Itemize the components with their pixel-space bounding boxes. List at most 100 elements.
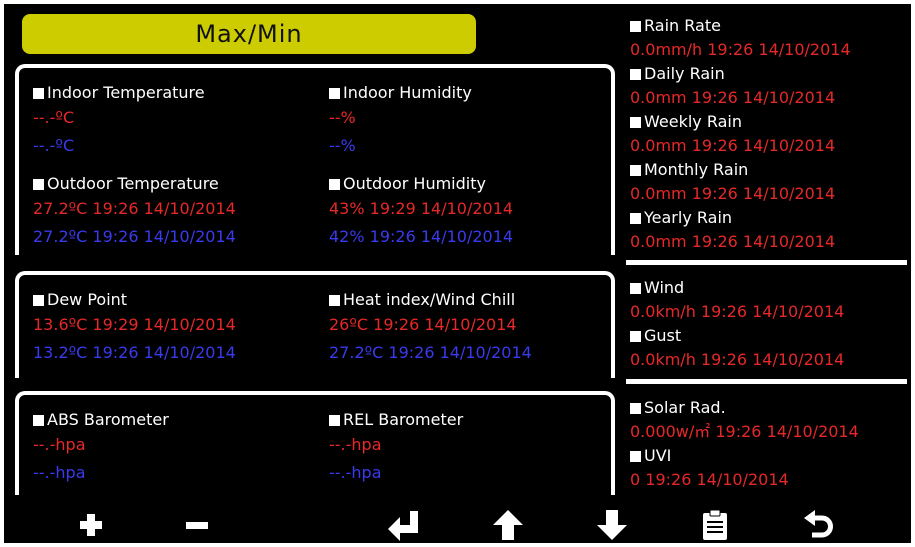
dew-point-item[interactable]: Dew Point 13.6ºC 19:29 14/10/2014 13.2ºC… (33, 289, 323, 367)
solar-rad-label: Solar Rad. (644, 398, 726, 417)
up-button[interactable] (483, 507, 533, 543)
gust-max: 0.0km/h 19:26 14/10/2014 (630, 350, 845, 369)
wind-group: Wind 0.0km/h 19:26 14/10/2014 Gust 0.0km… (630, 278, 910, 374)
rain-rate-label: Rain Rate (644, 16, 721, 35)
checkbox-icon[interactable] (630, 402, 641, 414)
arrow-down-icon (597, 510, 627, 540)
daily-rain-max: 0.0mm 19:26 14/10/2014 (630, 88, 836, 107)
weekly-rain-max: 0.0mm 19:26 14/10/2014 (630, 136, 836, 155)
abs-barometer-label: ABS Barometer (47, 410, 169, 429)
enter-button[interactable] (379, 507, 429, 543)
gust-label-row: Gust (630, 326, 910, 346)
indoor-temperature-max: --.-ºC (33, 108, 75, 127)
checkbox-icon[interactable] (329, 87, 340, 99)
indoor-humidity-min: --% (329, 136, 356, 155)
outdoor-temperature-item[interactable]: Outdoor Temperature 27.2ºC 19:26 14/10/2… (33, 173, 323, 251)
enter-arrow-icon (388, 511, 418, 541)
rel-barometer-item[interactable]: REL Barometer --.-hpa --.-hpa (329, 409, 619, 487)
arrow-up-icon (493, 510, 523, 540)
checkbox-icon[interactable] (630, 116, 641, 128)
page-title-text: Max/Min (195, 20, 303, 48)
indoor-humidity-item[interactable]: Indoor Humidity --% --% (329, 82, 619, 160)
plus-button[interactable] (66, 507, 116, 543)
checkbox-icon[interactable] (329, 294, 340, 306)
checkbox-icon[interactable] (630, 164, 641, 176)
uvi-label-row: UVI (630, 446, 910, 466)
checkbox-icon[interactable] (630, 68, 641, 80)
rain-rate-label-row: Rain Rate (630, 16, 910, 36)
minus-button[interactable] (172, 507, 222, 543)
clipboard-icon (703, 510, 727, 540)
rel-barometer-min: --.-hpa (329, 463, 382, 482)
rel-barometer-max: --.-hpa (329, 435, 382, 454)
checkbox-icon[interactable] (33, 87, 44, 99)
outdoor-humidity-item[interactable]: Outdoor Humidity 43% 19:29 14/10/2014 42… (329, 173, 619, 251)
yearly-rain-item[interactable]: Yearly Rain 0.0mm 19:26 14/10/2014 (630, 208, 910, 256)
indoor-humidity-max: --% (329, 108, 356, 127)
heat-index-item[interactable]: Heat index/Wind Chill 26ºC 19:26 14/10/2… (329, 289, 619, 367)
indoor-temperature-label: Indoor Temperature (47, 83, 205, 102)
heat-index-min: 27.2ºC 19:26 14/10/2014 (329, 343, 532, 362)
heat-index-label-row: Heat index/Wind Chill (329, 289, 619, 311)
solar-group: Solar Rad. 0.000w/㎡ 19:26 14/10/2014 UVI… (630, 398, 910, 494)
outdoor-temperature-max: 27.2ºC 19:26 14/10/2014 (33, 199, 236, 218)
checkbox-icon[interactable] (33, 414, 44, 426)
solar-rad-max: 0.000w/㎡ 19:26 14/10/2014 (630, 422, 859, 441)
monthly-rain-item[interactable]: Monthly Rain 0.0mm 19:26 14/10/2014 (630, 160, 910, 208)
monthly-rain-label: Monthly Rain (644, 160, 749, 179)
barometer-panel: ABS Barometer --.-hpa --.-hpa REL Barome… (15, 391, 615, 495)
solar-rad-item[interactable]: Solar Rad. 0.000w/㎡ 19:26 14/10/2014 (630, 398, 910, 446)
max-min-screen: Max/Min Indoor Temperature --.-ºC --.-ºC… (4, 4, 911, 543)
monthly-rain-label-row: Monthly Rain (630, 160, 910, 180)
daily-rain-item[interactable]: Daily Rain 0.0mm 19:26 14/10/2014 (630, 64, 910, 112)
checkbox-icon[interactable] (329, 414, 340, 426)
monthly-rain-max: 0.0mm 19:26 14/10/2014 (630, 184, 836, 203)
checkbox-icon[interactable] (329, 178, 340, 190)
wind-label: Wind (644, 278, 685, 297)
abs-barometer-max: --.-hpa (33, 435, 86, 454)
indoor-temperature-min: --.-ºC (33, 136, 75, 155)
bottom-toolbar (4, 507, 911, 543)
checkbox-icon[interactable] (630, 330, 641, 342)
gust-item[interactable]: Gust 0.0km/h 19:26 14/10/2014 (630, 326, 910, 374)
checkbox-icon[interactable] (33, 294, 44, 306)
outdoor-temperature-label: Outdoor Temperature (47, 174, 219, 193)
wind-label-row: Wind (630, 278, 910, 298)
checkbox-icon[interactable] (630, 212, 641, 224)
rel-barometer-label: REL Barometer (343, 410, 464, 429)
dew-point-label-row: Dew Point (33, 289, 323, 311)
indoor-humidity-label-row: Indoor Humidity (329, 82, 619, 104)
rel-barometer-label-row: REL Barometer (329, 409, 619, 431)
abs-barometer-label-row: ABS Barometer (33, 409, 323, 431)
yearly-rain-label: Yearly Rain (644, 208, 733, 227)
down-button[interactable] (587, 507, 637, 543)
outdoor-humidity-label: Outdoor Humidity (343, 174, 486, 193)
rain-rate-item[interactable]: Rain Rate 0.0mm/h 19:26 14/10/2014 (630, 16, 910, 64)
wind-max: 0.0km/h 19:26 14/10/2014 (630, 302, 845, 321)
abs-barometer-min: --.-hpa (33, 463, 86, 482)
checkbox-icon[interactable] (630, 282, 641, 294)
rain-rate-max: 0.0mm/h 19:26 14/10/2014 (630, 40, 851, 59)
outdoor-temperature-label-row: Outdoor Temperature (33, 173, 323, 195)
checkbox-icon[interactable] (630, 450, 641, 462)
checkbox-icon[interactable] (33, 178, 44, 190)
wind-item[interactable]: Wind 0.0km/h 19:26 14/10/2014 (630, 278, 910, 326)
plus-icon (80, 514, 102, 536)
solar-rad-label-row: Solar Rad. (630, 398, 910, 418)
rain-group: Rain Rate 0.0mm/h 19:26 14/10/2014 Daily… (630, 16, 910, 256)
checkbox-icon[interactable] (630, 20, 641, 32)
dew-point-max: 13.6ºC 19:29 14/10/2014 (33, 315, 236, 334)
weekly-rain-item[interactable]: Weekly Rain 0.0mm 19:26 14/10/2014 (630, 112, 910, 160)
clipboard-button[interactable] (690, 507, 740, 543)
outdoor-temperature-min: 27.2ºC 19:26 14/10/2014 (33, 227, 236, 246)
weekly-rain-label-row: Weekly Rain (630, 112, 910, 132)
indoor-temperature-item[interactable]: Indoor Temperature --.-ºC --.-ºC (33, 82, 323, 160)
temperature-humidity-panel: Indoor Temperature --.-ºC --.-ºC Indoor … (15, 64, 615, 255)
uvi-item[interactable]: UVI 0 19:26 14/10/2014 (630, 446, 910, 494)
abs-barometer-item[interactable]: ABS Barometer --.-hpa --.-hpa (33, 409, 323, 487)
heat-index-label: Heat index/Wind Chill (343, 290, 516, 309)
back-button[interactable] (794, 507, 844, 543)
outdoor-humidity-min: 42% 19:26 14/10/2014 (329, 227, 514, 246)
indoor-temperature-label-row: Indoor Temperature (33, 82, 323, 104)
back-arrow-icon (804, 510, 833, 538)
